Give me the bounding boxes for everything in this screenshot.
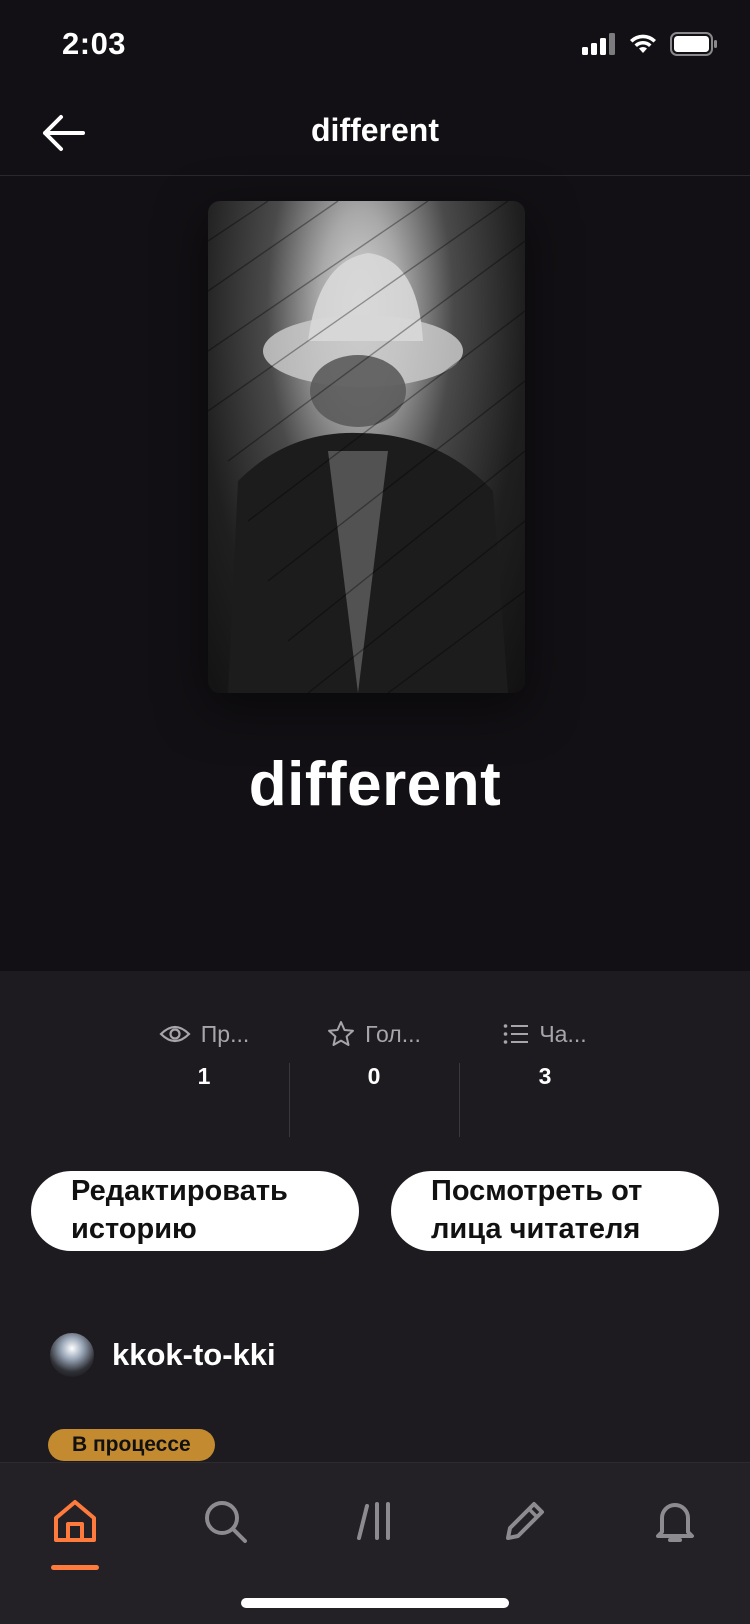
story-stats: Пр... 1 Гол... 0 Ча... 3 [0, 1017, 750, 1137]
battery-icon [670, 32, 717, 56]
stat-parts-value: 3 [538, 1063, 552, 1089]
avatar [48, 1331, 96, 1379]
tab-library[interactable] [345, 1491, 405, 1551]
edit-story-button[interactable]: Редактировать историю [31, 1171, 359, 1251]
author-row[interactable]: kkok-to-kki [48, 1331, 276, 1379]
stat-votes-value: 0 [367, 1063, 381, 1089]
stat-parts-label: Ча... [539, 1020, 587, 1047]
story-title: different [248, 750, 502, 819]
top-nav: different [0, 90, 750, 176]
search-icon [205, 1501, 247, 1543]
home-icon [54, 1500, 96, 1542]
stat-views-label: Пр... [200, 1020, 250, 1047]
star-icon [328, 1021, 355, 1046]
tab-write[interactable] [495, 1491, 555, 1551]
tab-notifications[interactable] [645, 1491, 705, 1551]
story-cover-image[interactable] [208, 201, 525, 693]
preview-as-reader-button[interactable]: Посмотреть от лица читателя [391, 1171, 719, 1251]
nav-title: different [311, 112, 439, 148]
list-icon [504, 1024, 529, 1044]
stat-views: Пр... 1 [134, 1017, 274, 1090]
stat-views-value: 1 [197, 1063, 211, 1089]
home-indicator [241, 1598, 509, 1608]
story-hero: different [0, 177, 750, 971]
stat-votes: Гол... 0 [304, 1017, 444, 1090]
eye-icon [159, 1025, 191, 1043]
active-tab-indicator [51, 1565, 99, 1570]
bell-icon [656, 1503, 694, 1542]
stats-divider [289, 1063, 290, 1137]
bottom-tab-bar [0, 1462, 750, 1624]
status-badge: В процессе [48, 1429, 215, 1461]
pencil-icon [506, 1502, 544, 1540]
tab-search[interactable] [195, 1491, 255, 1551]
wifi-icon [630, 34, 656, 53]
stat-parts: Ча... 3 [475, 1017, 615, 1090]
status-icons [582, 32, 718, 56]
library-icon [357, 1502, 390, 1540]
stats-divider [459, 1063, 460, 1137]
status-bar: 2:03 [0, 0, 750, 90]
status-time: 2:03 [62, 26, 127, 61]
stat-votes-label: Гол... [365, 1020, 421, 1047]
author-name: kkok-to-kki [112, 1337, 276, 1372]
cellular-signal-icon [582, 33, 615, 55]
tab-home[interactable] [45, 1491, 105, 1551]
